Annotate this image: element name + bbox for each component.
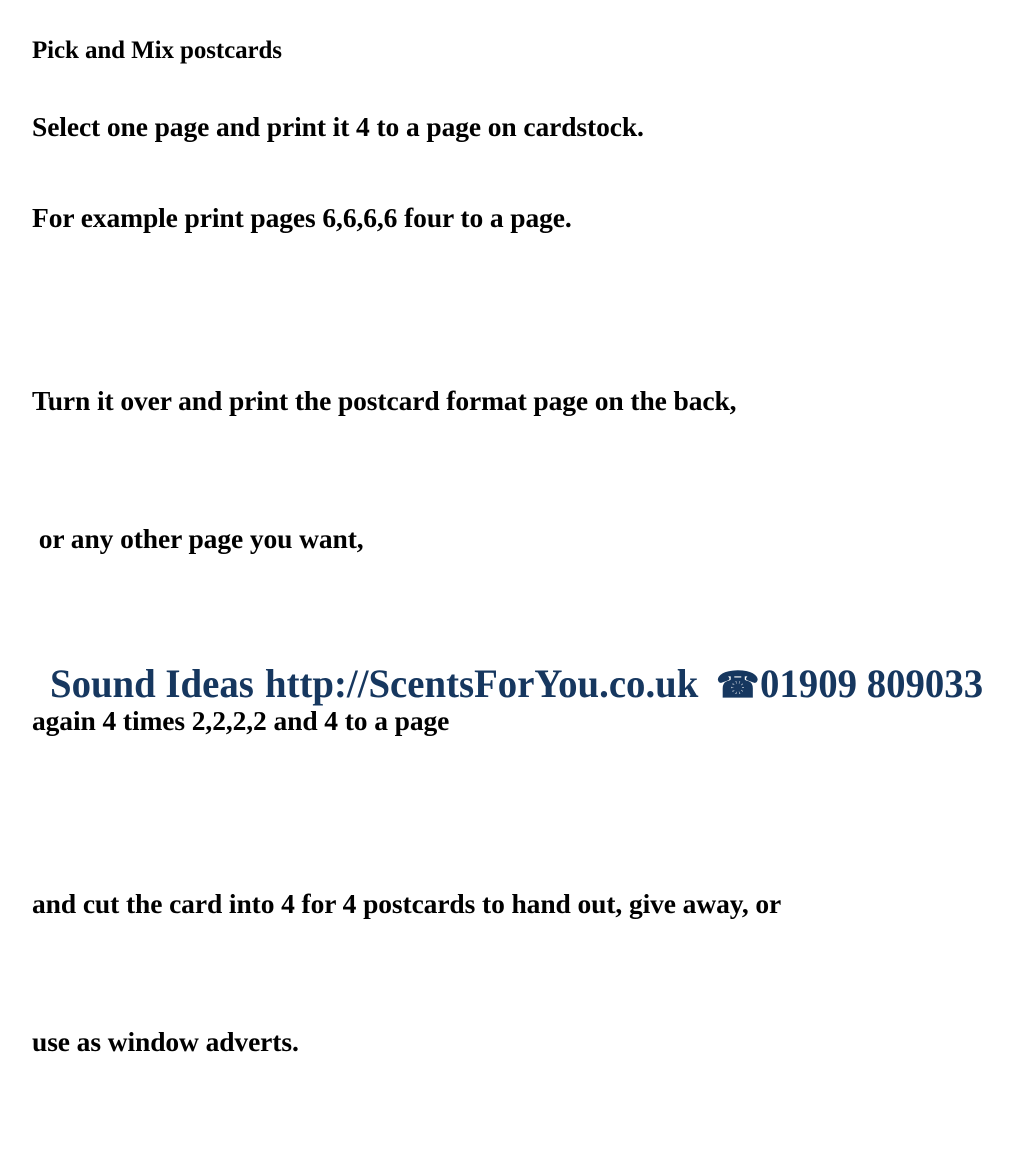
instruction-paragraph-5-line-1: and cut the card into 4 for 4 postcards … [32, 888, 782, 919]
instruction-paragraph-3: Turn it over and print the postcard form… [32, 286, 994, 654]
footer-contact-bar: Sound Ideas http://ScentsForYou.co.uk ☎ … [50, 660, 990, 712]
instruction-paragraph-3-line-1: Turn it over and print the postcard form… [32, 385, 737, 416]
document-body: Pick and Mix postcards Select one page a… [32, 32, 994, 1157]
instruction-paragraph-1: Select one page and print it 4 to a page… [32, 111, 644, 142]
instruction-paragraph-2: For example print pages 6,6,6,6 four to … [32, 202, 572, 233]
instruction-paragraph-5: and cut the card into 4 for 4 postcards … [32, 789, 994, 1157]
slide-canvas: Pick and Mix postcards Select one page a… [0, 0, 1020, 1057]
footer-brand-name: Sound Ideas [50, 661, 254, 706]
page-title: Pick and Mix postcards [32, 37, 282, 64]
instruction-paragraph-3-line-2: or any other page you want, [32, 523, 364, 554]
footer-phone-number: 01909 809033 [759, 661, 984, 706]
instruction-paragraph-5-line-2: use as window adverts. [32, 1026, 299, 1057]
telephone-icon: ☎ [716, 665, 759, 705]
footer-website-link[interactable]: http://ScentsForYou.co.uk [265, 660, 698, 708]
